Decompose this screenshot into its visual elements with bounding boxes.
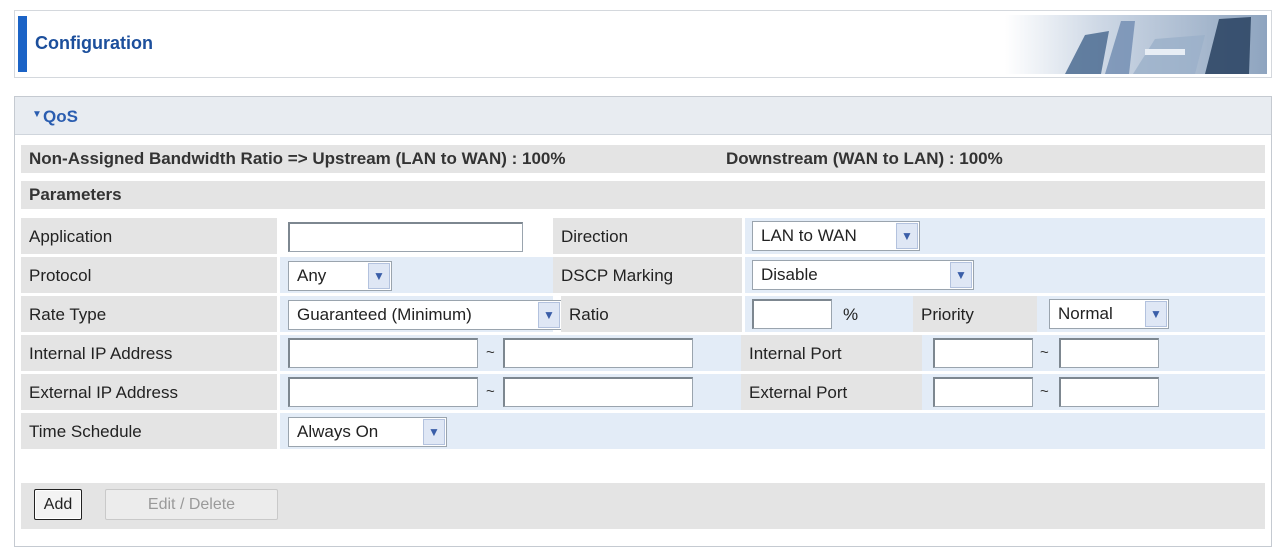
qos-section-title: QoS [43, 107, 78, 126]
chevron-down-icon[interactable]: ▼ [1145, 301, 1167, 327]
header-accent-bar [18, 16, 27, 72]
time-schedule-select-value: Always On [297, 422, 379, 441]
priority-label: Priority [921, 305, 974, 324]
rate-type-label: Rate Type [29, 305, 107, 324]
parameters-heading: Parameters [29, 185, 122, 204]
application-input[interactable] [288, 222, 523, 252]
rate-type-select[interactable]: Guaranteed (Minimum) ▼ [288, 300, 562, 330]
chevron-down-icon[interactable]: ▼ [368, 263, 390, 289]
configuration-header: Configuration [14, 10, 1272, 78]
priority-label-cell: Priority [913, 296, 1040, 332]
external-ip-label-cell: External IP Address [21, 374, 280, 410]
time-schedule-label: Time Schedule [29, 422, 142, 441]
external-ip-separator: ~ [486, 383, 495, 400]
chevron-down-icon[interactable]: ▼ [423, 419, 445, 445]
internal-port-field-cell: ~ [925, 335, 1265, 371]
header-decorative-image [1005, 15, 1267, 74]
direction-select-value: LAN to WAN [761, 226, 857, 245]
direction-label: Direction [561, 227, 629, 246]
dscp-select[interactable]: Disable ▼ [752, 260, 974, 290]
priority-select-value: Normal [1058, 304, 1113, 323]
ratio-label: Ratio [569, 305, 609, 324]
internal-ip-label-cell: Internal IP Address [21, 335, 280, 371]
chevron-down-icon[interactable]: ▼ [538, 302, 560, 328]
time-schedule-label-cell: Time Schedule [21, 413, 280, 449]
chevron-down-icon[interactable]: ▼ [896, 223, 918, 249]
form-row-internal-ip: Internal IP Address ~ Internal Port ~ [21, 335, 1265, 371]
protocol-select[interactable]: Any ▼ [288, 261, 392, 291]
internal-ip-separator: ~ [486, 344, 495, 361]
protocol-label: Protocol [29, 266, 92, 285]
application-field-cell [280, 218, 553, 254]
action-buttons-row: Add Edit / Delete [21, 483, 1265, 529]
form-row-application: Application Direction LAN to WAN ▼ [21, 218, 1265, 254]
form-row-protocol: Protocol Any ▼ DSCP Marking Disable ▼ [21, 257, 1265, 293]
add-button[interactable]: Add [34, 489, 82, 520]
time-schedule-select[interactable]: Always On ▼ [288, 417, 447, 447]
application-label: Application [29, 227, 113, 246]
protocol-label-cell: Protocol [21, 257, 280, 293]
rate-type-field-cell: Guaranteed (Minimum) ▼ [280, 296, 562, 332]
chevron-down-icon[interactable]: ▼ [950, 262, 972, 288]
qos-section-header[interactable]: ▼ QoS [15, 97, 1271, 135]
direction-label-cell: Direction [553, 218, 745, 254]
external-port-label: External Port [749, 383, 848, 402]
external-port-field-cell: ~ [925, 374, 1265, 410]
parameters-heading-row: Parameters [21, 181, 1265, 209]
form-row-time-schedule: Time Schedule Always On ▼ [21, 413, 1265, 449]
qos-panel: ▼ QoS Non-Assigned Bandwidth Ratio => Up… [14, 96, 1272, 547]
priority-select[interactable]: Normal ▼ [1049, 299, 1169, 329]
edit-delete-button[interactable]: Edit / Delete [105, 489, 278, 520]
bandwidth-info-row: Non-Assigned Bandwidth Ratio => Upstream… [21, 145, 1265, 173]
internal-port-label-cell: Internal Port [741, 335, 925, 371]
external-ip-field-cell: ~ [280, 374, 741, 410]
dscp-label: DSCP Marking [561, 266, 674, 285]
protocol-select-value: Any [297, 266, 327, 285]
external-ip-end-input[interactable] [503, 377, 693, 407]
dscp-field-cell: Disable ▼ [745, 257, 1265, 293]
form-row-rate-type: Rate Type Guaranteed (Minimum) ▼ Ratio %… [21, 296, 1265, 332]
ratio-field-cell: % [745, 296, 913, 332]
internal-ip-label: Internal IP Address [29, 344, 173, 363]
rate-type-select-value: Guaranteed (Minimum) [297, 305, 472, 324]
internal-ip-end-input[interactable] [503, 338, 693, 368]
external-ip-label: External IP Address [29, 383, 178, 402]
page-title: Configuration [35, 33, 153, 53]
time-schedule-field-cell: Always On ▼ [280, 413, 1265, 449]
external-port-start-input[interactable] [933, 377, 1033, 407]
direction-field-cell: LAN to WAN ▼ [745, 218, 1265, 254]
internal-port-label: Internal Port [749, 344, 842, 363]
rate-type-label-cell: Rate Type [21, 296, 280, 332]
dscp-label-cell: DSCP Marking [553, 257, 745, 293]
triangle-down-icon[interactable]: ▼ [32, 109, 42, 120]
external-ip-start-input[interactable] [288, 377, 478, 407]
form-row-external-ip: External IP Address ~ External Port ~ [21, 374, 1265, 410]
external-port-separator: ~ [1040, 383, 1049, 400]
upstream-ratio-text: Non-Assigned Bandwidth Ratio => Upstream… [29, 149, 566, 168]
internal-ip-field-cell: ~ [280, 335, 741, 371]
dscp-select-value: Disable [761, 265, 818, 284]
ratio-label-cell: Ratio [561, 296, 745, 332]
internal-port-end-input[interactable] [1059, 338, 1159, 368]
internal-port-separator: ~ [1040, 344, 1049, 361]
external-port-end-input[interactable] [1059, 377, 1159, 407]
internal-port-start-input[interactable] [933, 338, 1033, 368]
direction-select[interactable]: LAN to WAN ▼ [752, 221, 920, 251]
ratio-unit: % [843, 305, 859, 324]
priority-field-cell: Normal ▼ [1040, 296, 1265, 332]
internal-ip-start-input[interactable] [288, 338, 478, 368]
downstream-ratio-text: Downstream (WAN to LAN) : 100% [726, 149, 1003, 168]
application-label-cell: Application [21, 218, 280, 254]
external-port-label-cell: External Port [741, 374, 925, 410]
protocol-field-cell: Any ▼ [280, 257, 553, 293]
ratio-input[interactable] [752, 299, 832, 329]
